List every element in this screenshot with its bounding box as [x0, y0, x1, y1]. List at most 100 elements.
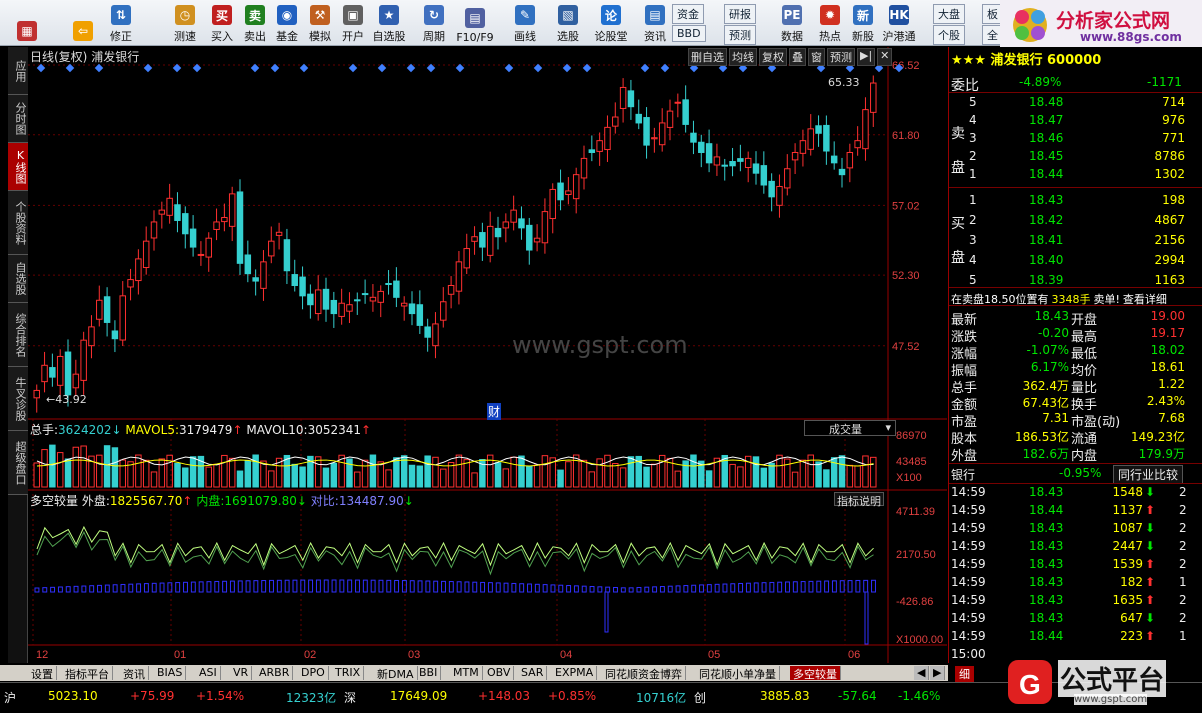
toolbar-button-pen[interactable]: ✎ 画线 [508, 2, 542, 44]
compare-bar [659, 586, 665, 593]
event-marker[interactable] [640, 63, 650, 73]
toolbar-button-fund[interactable]: ◉ 基金 [270, 2, 304, 44]
left-tab-7[interactable]: 超级盘口 [8, 431, 28, 495]
bottom-tab-2[interactable]: 资讯 [120, 666, 149, 681]
bottom-tab-5[interactable]: VR [230, 666, 253, 680]
volume-bar [768, 462, 775, 488]
compare-bar [871, 579, 876, 593]
bottom-tab-15[interactable]: 同花顺资金博弈 [602, 666, 686, 681]
inner-label: 内盘: [196, 494, 225, 508]
chart-top-button-7[interactable]: ✕ [877, 48, 893, 66]
toolbar-button-buy[interactable]: 买买入 [205, 2, 239, 44]
event-marker[interactable] [270, 63, 280, 73]
event-marker[interactable] [504, 63, 514, 73]
toolbar-button-forum[interactable]: 论论股堂 [594, 2, 628, 44]
left-tab-6[interactable]: 牛叉诊股 [8, 367, 28, 431]
toolbar-button-clock[interactable]: ◷ 测速 [168, 2, 202, 44]
scroll-left-icon[interactable]: ◀ [914, 666, 930, 680]
toolbar-button-pe[interactable]: PE 数据 [775, 2, 809, 44]
chart-top-button-2[interactable]: 复权 [759, 48, 787, 66]
bottom-tab-13[interactable]: SAR [518, 666, 548, 680]
bottom-tab-3[interactable]: BIAS [154, 666, 187, 680]
toolbar-button-grid[interactable]: ▦ [10, 2, 44, 44]
toolbar-small-button-0[interactable]: 资金 [672, 4, 704, 24]
toolbar-small-button-2[interactable]: 研报 [724, 4, 756, 24]
dropdown-arrow-icon: ▾ [885, 421, 891, 434]
kline-chart-svg[interactable]: 66.52 61.80 57.02 52.30 47.52 86970 43485 X100 4… [28, 47, 947, 663]
detail-tab[interactable]: 细 [955, 666, 974, 682]
toolbar-small-button-4[interactable]: 大盘 [933, 4, 965, 24]
bottom-tab-17[interactable]: 多空较量 [790, 666, 841, 681]
sell-price: 18.46 [1029, 131, 1064, 145]
industry-compare-button[interactable]: 同行业比较 [1113, 465, 1184, 484]
buy-label: 买入 [211, 30, 233, 43]
bottom-tab-6[interactable]: ARBR [256, 666, 294, 680]
kline-chart-area[interactable]: 66.52 61.80 57.02 52.30 47.52 86970 43485 X100 4… [28, 47, 947, 663]
toolbar-button-lock[interactable]: ▣ 开户 [336, 2, 370, 44]
bottom-tab-11[interactable]: MTM [450, 666, 483, 680]
bottom-tab-9[interactable]: 新DMA [374, 666, 418, 681]
row-divider [949, 463, 1202, 464]
bottom-tab-4[interactable]: ASI [196, 666, 221, 680]
bottom-tab-12[interactable]: OBV [484, 666, 515, 680]
indicator-help-button[interactable]: 指标说明 [834, 492, 884, 508]
volume-bar [119, 459, 126, 488]
sell-icon: 卖 [245, 5, 265, 25]
left-tab-0[interactable]: 应用 [8, 47, 28, 95]
toolbar-button-back-arrow[interactable]: ⇦ [66, 2, 100, 44]
event-marker[interactable] [94, 63, 104, 73]
toolbar-button-star-list[interactable]: ★ 自选股 [372, 2, 406, 44]
toolbar-button-up-down-arrow[interactable]: ⇅ 修正 [104, 2, 138, 44]
event-marker[interactable] [660, 63, 670, 73]
chart-title: 日线(复权) 浦发银行 [30, 48, 139, 65]
toolbar-button-sell[interactable]: 卖卖出 [238, 2, 272, 44]
chart-top-button-6[interactable]: ▶| [857, 48, 876, 66]
left-tab-1[interactable]: 分时图 [8, 95, 28, 143]
bottom-tab-14[interactable]: EXPMA [552, 666, 598, 680]
volume-bar [776, 454, 783, 488]
volume-indicator-dropdown[interactable]: 成交量 ▾ [804, 420, 896, 436]
toolbar-button-fire[interactable]: ✹ 热点 [813, 2, 847, 44]
toolbar-small-button-5[interactable]: 个股 [933, 25, 965, 45]
compare-value: 134487.90 [338, 494, 404, 508]
event-marker[interactable] [348, 63, 358, 73]
left-tab-2[interactable]: K线图 [8, 143, 28, 191]
toolbar-button-info[interactable]: ▤ 资讯 [638, 2, 672, 44]
toolbar-small-button-1[interactable]: BBD [672, 25, 706, 42]
event-marker[interactable] [455, 63, 465, 73]
toolbar-button-select[interactable]: ▧ 选股 [551, 2, 585, 44]
volume-header: 总手:3624202↓ MAVOL5:3179479↑ MAVOL10:3052… [30, 423, 372, 437]
chart-top-button-3[interactable]: 叠 [789, 48, 806, 66]
chart-top-button-0[interactable]: 删自选 [688, 48, 727, 66]
event-marker[interactable] [143, 63, 153, 73]
bottom-tab-16[interactable]: 同花顺小单净量 [696, 666, 780, 681]
candle-body [275, 231, 283, 236]
chart-top-button-4[interactable]: 窗 [808, 48, 825, 66]
left-tab-4[interactable]: 自选股 [8, 255, 28, 303]
left-tab-3[interactable]: 个股资料 [8, 191, 28, 255]
volume-bar [455, 454, 463, 488]
hk-connect-label: 沪港通 [882, 30, 916, 43]
bottom-tab-0[interactable]: 设置 [28, 666, 57, 681]
bottom-tab-1[interactable]: 指标平台 [62, 666, 113, 681]
toolbar-button-new-stock[interactable]: 新新股 [846, 2, 880, 44]
bottom-tab-7[interactable]: DPO [298, 666, 329, 680]
event-marker[interactable] [299, 63, 309, 73]
bottom-tab-10[interactable]: BBI [416, 666, 442, 680]
event-marker[interactable] [65, 63, 75, 73]
scroll-right-icon[interactable]: ▶ [930, 666, 946, 680]
toolbar-button-hammer[interactable]: ⚒ 模拟 [303, 2, 337, 44]
toolbar-button-cycle[interactable]: ↻ 周期 [417, 2, 451, 44]
finance-mark[interactable]: 财 [487, 403, 502, 420]
event-marker[interactable] [250, 63, 260, 73]
chart-top-button-1[interactable]: 均线 [729, 48, 757, 66]
toolbar-button-hk-connect[interactable]: HK 沪港通 [882, 2, 916, 44]
bottom-tab-8[interactable]: TRIX [332, 666, 365, 680]
toolbar-button-f10[interactable]: ▤ F10/F9 [456, 2, 494, 44]
volume-bar [96, 454, 103, 488]
candle-body [682, 99, 689, 125]
chart-top-button-5[interactable]: 预测 [827, 48, 855, 66]
event-marker[interactable] [533, 63, 543, 73]
toolbar-small-button-3[interactable]: 预测 [724, 25, 756, 45]
left-tab-5[interactable]: 综合排名 [8, 303, 28, 367]
